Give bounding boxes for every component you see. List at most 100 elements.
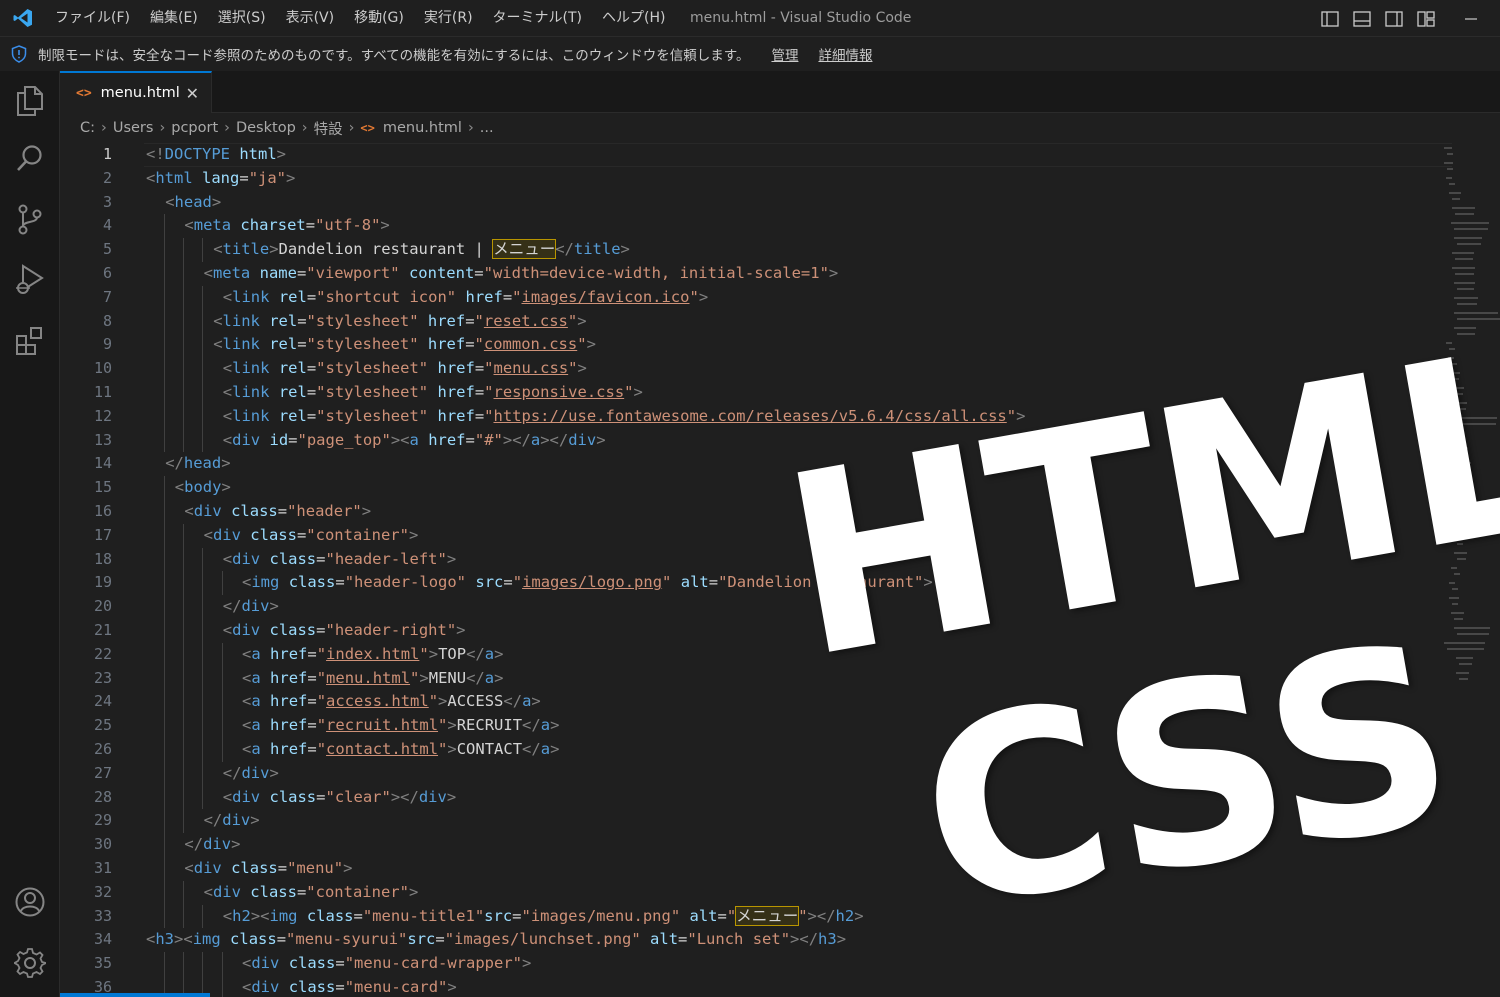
code-line[interactable]: <a href="contact.html">CONTACT</a>: [242, 738, 559, 762]
code-line[interactable]: <link rel="shortcut icon" href="images/f…: [223, 286, 708, 310]
customize-layout-icon[interactable]: [1410, 0, 1442, 37]
minimap-line: [1453, 237, 1483, 239]
horizontal-scrollbar[interactable]: [60, 993, 210, 997]
menu-selection[interactable]: 選択(S): [208, 0, 276, 37]
code-line[interactable]: <link rel="stylesheet" href="menu.css">: [223, 357, 587, 381]
toggle-panel-icon[interactable]: [1346, 0, 1378, 37]
code-line[interactable]: <a href="index.html">TOP</a>: [242, 643, 503, 667]
breadcrumb-pcport[interactable]: pcport: [171, 120, 218, 136]
code-line[interactable]: <!DOCTYPE html>: [146, 143, 286, 167]
code-line[interactable]: <h3><img class="menu-syurui"src="images/…: [146, 928, 846, 952]
indent-guide: [164, 262, 165, 286]
code-token: "menu-title1": [362, 906, 485, 925]
code-line[interactable]: <link rel="stylesheet" href="common.css"…: [213, 333, 596, 357]
code-line[interactable]: <link rel="stylesheet" href="responsive.…: [223, 381, 643, 405]
menu-edit[interactable]: 編集(E): [140, 0, 208, 37]
code-line[interactable]: <h2><img class="menu-title1"src="images/…: [223, 905, 864, 929]
code-token: "container": [306, 525, 409, 544]
code-token: class: [269, 787, 317, 806]
code-line[interactable]: <head>: [165, 191, 221, 215]
code-token: div: [418, 787, 447, 806]
toggle-secondary-sidebar-icon[interactable]: [1378, 0, 1410, 37]
code-token: =: [465, 430, 475, 449]
source-control-icon[interactable]: [0, 193, 60, 245]
menu-run[interactable]: 実行(R): [414, 0, 483, 37]
menu-go[interactable]: 移動(G): [344, 0, 414, 37]
menu-help[interactable]: ヘルプ(H): [592, 0, 675, 37]
breadcrumb-users[interactable]: Users: [113, 120, 154, 136]
code-line[interactable]: <div class="container">: [204, 524, 419, 548]
breadcrumb-symbols[interactable]: ...: [480, 120, 494, 136]
indent-guide: [202, 952, 204, 976]
tab-menu-html[interactable]: <> menu.html ✕: [60, 71, 212, 113]
code-token: >: [531, 692, 541, 711]
code-line[interactable]: <div class="menu">: [184, 857, 352, 881]
search-icon[interactable]: [0, 133, 60, 185]
code-line[interactable]: <title>Dandelion restaurant | メニュー</titl…: [213, 238, 630, 262]
manage-link[interactable]: 管理: [771, 44, 798, 64]
toggle-primary-sidebar-icon[interactable]: [1314, 0, 1346, 37]
code-line[interactable]: <a href="menu.html">MENU</a>: [242, 667, 503, 691]
extensions-icon[interactable]: [0, 315, 60, 367]
code-token: div: [193, 502, 222, 520]
menu-view[interactable]: 表示(V): [276, 0, 345, 37]
breadcrumb-file[interactable]: menu.html: [383, 120, 462, 136]
code-line[interactable]: <body>: [175, 476, 231, 500]
code-token: >: [620, 240, 630, 259]
breadcrumb-drive[interactable]: C:: [80, 120, 95, 136]
gear-icon[interactable]: [0, 937, 60, 989]
code-line[interactable]: </div>: [223, 762, 279, 786]
code-line[interactable]: <div class="header-left">: [223, 548, 456, 572]
code-line[interactable]: <link rel="stylesheet" href="reset.css">: [213, 310, 586, 334]
code-line[interactable]: <div id="page_top"><a href="#"></a></div…: [223, 429, 606, 453]
indent-guide: [183, 238, 185, 262]
code-line[interactable]: <meta charset="utf-8">: [184, 214, 389, 238]
breadcrumb-desktop[interactable]: Desktop: [236, 120, 296, 136]
code-token: href: [270, 716, 308, 735]
code-line[interactable]: <div class="container">: [204, 881, 419, 905]
code-token: div: [232, 430, 261, 449]
code-token: a: [522, 692, 532, 711]
code-token: a: [251, 692, 261, 711]
close-icon[interactable]: ✕: [186, 84, 199, 103]
code-line[interactable]: </head>: [165, 452, 230, 476]
code-line[interactable]: <a href="recruit.html">RECRUIT</a>: [242, 714, 559, 738]
code-token: メニュー: [492, 239, 557, 260]
details-link[interactable]: 詳細情報: [818, 44, 872, 64]
line-number: 30: [93, 835, 112, 854]
run-debug-icon[interactable]: [0, 253, 60, 305]
minimize-icon[interactable]: [1442, 0, 1500, 37]
code-line[interactable]: </div>: [184, 833, 240, 857]
code-line[interactable]: <div class="menu-card">: [242, 976, 457, 997]
code-token: h3: [818, 930, 837, 949]
code-token: >: [577, 359, 587, 378]
code-line[interactable]: <a href="access.html">ACCESS</a>: [242, 690, 541, 714]
code-token: div: [212, 882, 241, 901]
code-line[interactable]: </div>: [204, 809, 260, 833]
code-line[interactable]: <div class="header-right">: [223, 619, 466, 643]
code-line[interactable]: <div class="menu-card-wrapper">: [242, 952, 531, 976]
minimap-line: [1456, 243, 1482, 245]
code-token: =: [503, 573, 513, 592]
code-token: >: [447, 740, 457, 758]
menu-terminal[interactable]: ターミナル(T): [483, 0, 592, 37]
code-line[interactable]: </div>: [223, 595, 279, 619]
indent-guide: [183, 309, 185, 334]
account-icon[interactable]: [0, 876, 60, 928]
menu-file[interactable]: ファイル(F): [45, 0, 140, 37]
code-line[interactable]: <div class="clear"></div>: [223, 786, 456, 810]
code-line[interactable]: <div class="header">: [184, 500, 371, 524]
breadcrumb-folder[interactable]: 特設: [314, 118, 343, 139]
code-line[interactable]: <meta name="viewport" content="width=dev…: [204, 262, 839, 286]
code-line[interactable]: <html lang="ja">: [146, 167, 295, 191]
line-number: 29: [93, 811, 112, 830]
code-token: content: [408, 264, 475, 282]
explorer-icon[interactable]: [0, 75, 60, 127]
code-token: ACCESS: [447, 692, 504, 711]
shield-icon: [0, 45, 38, 63]
line-number: 20: [93, 597, 112, 616]
code-token: href: [465, 287, 503, 306]
code-token: >: [836, 930, 847, 949]
